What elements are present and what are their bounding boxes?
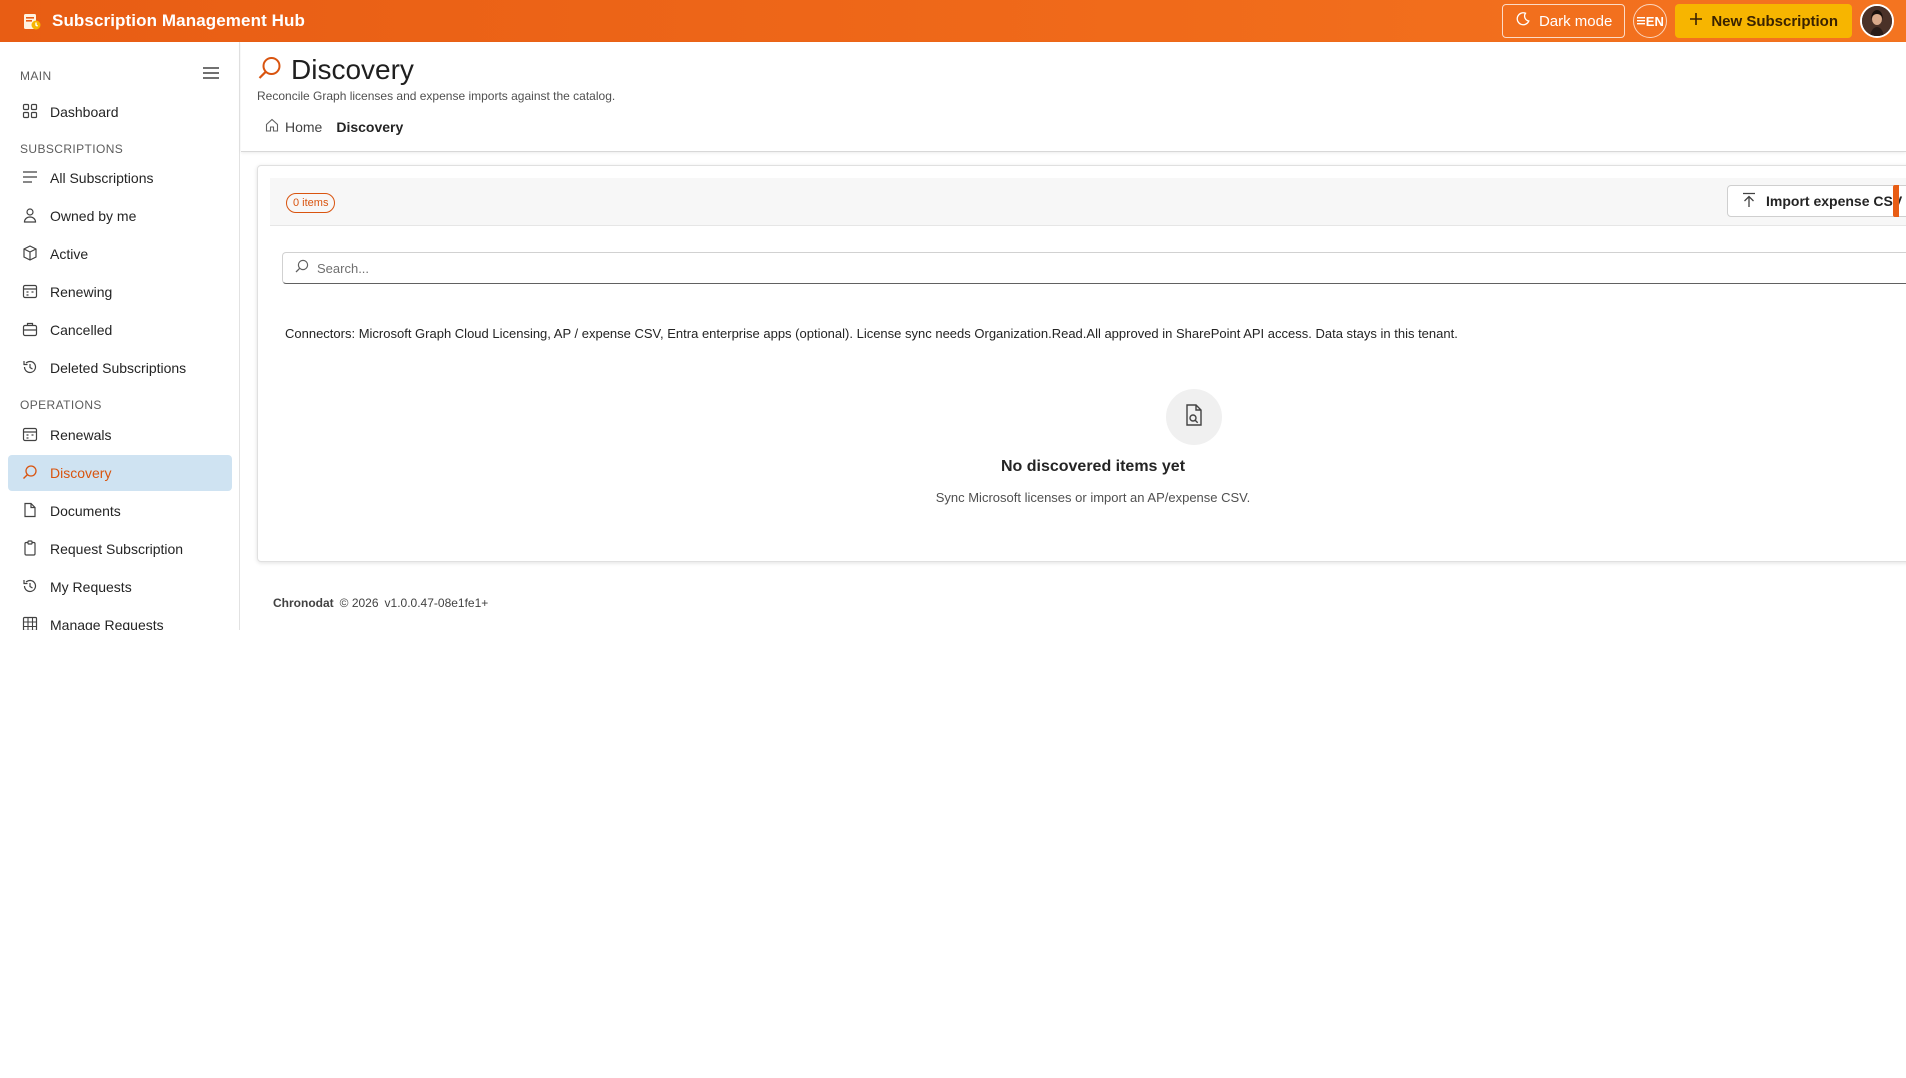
import-expense-csv-button[interactable]: Import expense CSV — [1727, 185, 1906, 217]
breadcrumb-current: Discovery — [336, 118, 404, 135]
sidebar: MAIN Dashboard SUBSCRIPTIONS All Subscri… — [0, 42, 240, 630]
document-search-icon — [1183, 403, 1205, 432]
card-toolbar: 0 items Import expense CSV — [270, 178, 1906, 226]
sidebar-item-label: Owned by me — [50, 208, 137, 224]
footer-copyright: © 2026 — [339, 596, 379, 610]
connectors-info: Connectors: Microsoft Graph Cloud Licens… — [285, 326, 1458, 341]
history-icon — [22, 578, 38, 597]
sidebar-item-label: Discovery — [50, 465, 112, 481]
page-header: Discovery Reconcile Graph licenses and e… — [241, 42, 1906, 152]
box-icon — [22, 244, 38, 264]
top-bar: Subscription Management Hub Dark mode EN… — [0, 0, 1906, 42]
upload-icon — [1742, 192, 1756, 211]
sidebar-item-label: Renewing — [50, 284, 113, 300]
search-icon — [257, 55, 283, 86]
calendar-icon — [22, 426, 38, 445]
user-avatar[interactable] — [1860, 4, 1894, 38]
sidebar-item-active[interactable]: Active — [8, 236, 232, 272]
person-icon — [22, 207, 38, 226]
grid-icon — [22, 103, 38, 122]
flag-icon — [1636, 14, 1645, 29]
sidebar-item-renewing[interactable]: Renewing — [8, 274, 232, 310]
hamburger-menu-icon[interactable] — [203, 66, 219, 85]
list-icon — [22, 169, 38, 188]
section-subscriptions: SUBSCRIPTIONS — [20, 142, 124, 156]
app-title: Subscription Management Hub — [52, 11, 305, 30]
empty-state-subtitle: Sync Microsoft licenses or import an AP/… — [935, 490, 1251, 505]
briefcase-icon — [22, 321, 38, 340]
sidebar-item-label: Request Subscription — [50, 541, 184, 557]
sidebar-item-dashboard[interactable]: Dashboard — [8, 94, 232, 130]
search-icon — [295, 259, 309, 278]
dark-mode-button[interactable]: Dark mode — [1501, 4, 1626, 38]
import-label: Import expense CSV — [1766, 193, 1903, 209]
footer-org: Chronodat — [273, 596, 334, 610]
new-subscription-label: New Subscription — [1711, 12, 1838, 30]
search-input[interactable] — [317, 260, 1817, 276]
sidebar-item-label: Deleted Subscriptions — [50, 360, 187, 376]
breadcrumb-home[interactable]: Home — [265, 118, 322, 135]
sidebar-item-label: Dashboard — [50, 104, 119, 120]
breadcrumb-home-label: Home — [285, 118, 323, 135]
footer: Chronodat © 2026 v1.0.0.47-08e1fe1+ — [273, 596, 488, 610]
top-actions: Dark mode EN New Subscription — [1501, 0, 1906, 42]
search-box[interactable] — [282, 252, 1906, 284]
dark-mode-label: Dark mode — [1538, 12, 1613, 30]
language-switcher[interactable]: EN — [1633, 4, 1668, 38]
sidebar-item-manage-requests[interactable]: Manage Requests — [8, 607, 232, 630]
page-title: Discovery — [291, 54, 414, 85]
language-label: EN — [1645, 13, 1664, 29]
sidebar-item-label: Active — [50, 246, 89, 262]
sidebar-item-request-subscription[interactable]: Request Subscription — [8, 531, 232, 567]
sidebar-item-label: My Requests — [50, 579, 132, 595]
brand[interactable]: Subscription Management Hub — [22, 11, 305, 31]
sidebar-item-renewals[interactable]: Renewals — [8, 417, 232, 453]
sidebar-item-label: All Subscriptions — [50, 170, 154, 186]
search-icon — [22, 464, 38, 483]
sidebar-item-cancelled[interactable]: Cancelled — [8, 312, 232, 348]
section-operations: OPERATIONS — [20, 398, 102, 412]
empty-state-title: No discovered items yet — [1000, 458, 1186, 475]
history-icon — [22, 359, 38, 378]
footer-version: v1.0.0.47-08e1fe1+ — [384, 596, 489, 610]
sidebar-item-my-requests[interactable]: My Requests — [8, 569, 232, 605]
clipboard-icon — [22, 539, 38, 559]
sync-button-edge[interactable] — [1893, 185, 1899, 217]
sidebar-item-documents[interactable]: Documents — [8, 493, 232, 529]
sidebar-item-discovery[interactable]: Discovery — [8, 455, 232, 491]
page-title-row: Discovery — [257, 54, 414, 86]
calendar-icon — [22, 283, 38, 302]
sidebar-item-deleted-subscriptions[interactable]: Deleted Subscriptions — [8, 350, 232, 386]
plus-icon — [1689, 12, 1703, 30]
sidebar-item-label: Documents — [50, 503, 121, 519]
items-count-badge: 0 items — [286, 193, 336, 213]
moon-icon — [1515, 11, 1531, 31]
app-logo-icon — [22, 11, 42, 31]
sidebar-item-label: Manage Requests — [50, 617, 164, 630]
app-root: Subscription Management Hub Dark mode EN… — [0, 0, 1906, 630]
section-main: MAIN — [20, 69, 52, 83]
sidebar-item-all-subscriptions[interactable]: All Subscriptions — [8, 160, 232, 196]
sidebar-item-label: Renewals — [50, 427, 112, 443]
document-icon — [22, 502, 38, 521]
discovery-card: 0 items Import expense CSV Connectors: M… — [257, 165, 1906, 562]
sidebar-item-label: Cancelled — [50, 322, 113, 338]
home-icon — [265, 118, 279, 135]
new-subscription-button[interactable]: New Subscription — [1675, 4, 1852, 38]
breadcrumb: Home Discovery — [265, 118, 403, 135]
page-subtitle: Reconcile Graph licenses and expense imp… — [257, 89, 616, 103]
empty-state-icon — [1166, 389, 1222, 445]
sidebar-item-owned-by-me[interactable]: Owned by me — [8, 198, 232, 234]
table-icon — [22, 616, 38, 630]
